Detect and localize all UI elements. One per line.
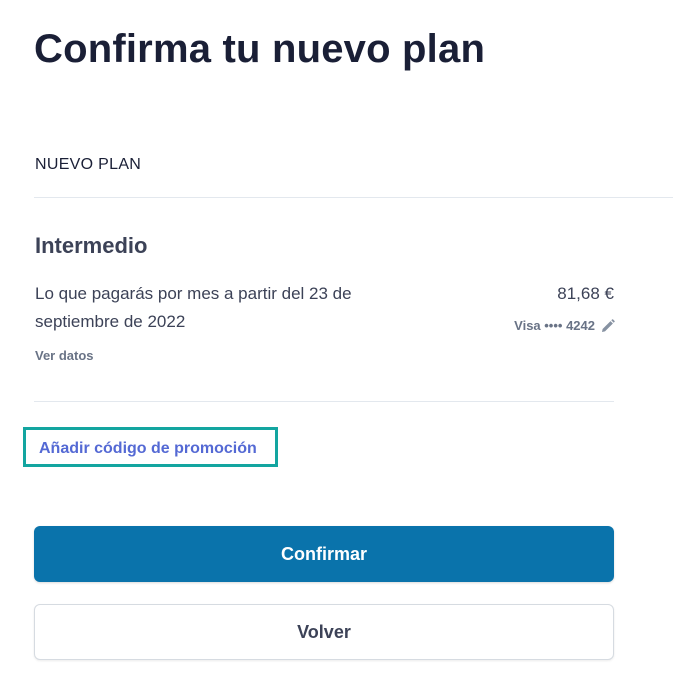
divider — [34, 401, 614, 402]
plan-name: Intermedio — [35, 233, 148, 258]
payment-method-label: Visa •••• 4242 — [514, 318, 595, 333]
divider — [34, 197, 673, 198]
back-button[interactable]: Volver — [34, 604, 614, 660]
plan-billing-description: Lo que pagarás por mes a partir del 23 d… — [35, 284, 352, 331]
confirm-plan-page: Confirma tu nuevo plan NUEVO PLAN Interm… — [0, 0, 673, 681]
section-label-new-plan: NUEVO PLAN — [35, 156, 142, 173]
add-promo-code-link[interactable]: Añadir código de promoción — [39, 438, 257, 460]
page-title: Confirma tu nuevo plan — [34, 27, 486, 71]
plan-price: 81,68 € — [557, 284, 614, 303]
payment-method[interactable]: Visa •••• 4242 — [514, 316, 615, 336]
pencil-icon[interactable] — [601, 319, 615, 333]
see-details-link[interactable]: Ver datos — [35, 346, 94, 366]
confirm-button[interactable]: Confirmar — [34, 526, 614, 582]
